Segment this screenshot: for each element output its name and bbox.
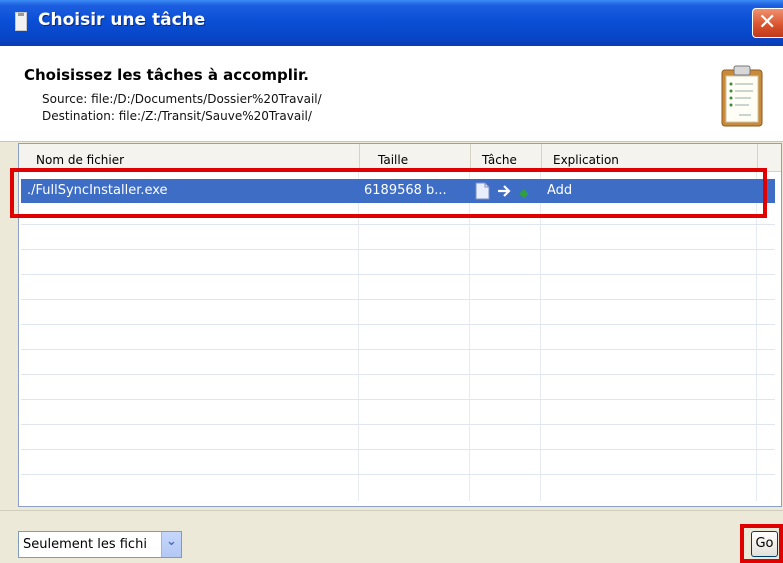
window-title: Choisir une tâche: [38, 10, 206, 30]
dropdown-button[interactable]: ⌄: [161, 532, 181, 557]
column-divider: [540, 171, 541, 501]
go-highlight-annotation: [740, 524, 783, 563]
column-divider: [358, 171, 359, 501]
row-highlight-annotation: [10, 168, 767, 218]
row-divider: [21, 324, 775, 325]
row-divider: [21, 299, 775, 300]
close-icon: ✕: [758, 10, 777, 35]
column-header-file[interactable]: Nom de fichier: [19, 144, 359, 171]
source-path: Source: file:/D:/Documents/Dossier%20Tra…: [42, 92, 322, 106]
row-divider: [21, 349, 775, 350]
row-divider: [21, 274, 775, 275]
clipboard-checklist-icon: [721, 65, 763, 127]
row-divider: [21, 474, 775, 475]
destination-path: Destination: file:/Z:/Transit/Sauve%20Tr…: [42, 109, 312, 123]
column-header-task[interactable]: Tâche: [470, 144, 541, 171]
column-header-size[interactable]: Taille: [359, 144, 470, 171]
dialog-header: Choisissez les tâches à accomplir. Sourc…: [0, 46, 783, 142]
row-divider: [21, 449, 775, 450]
dialog-footer: Seulement les fichi ⌄ Go: [0, 510, 783, 563]
task-dialog: Choisir une tâche ✕ Choisissez les tâche…: [0, 0, 783, 563]
column-header-explanation[interactable]: Explication: [541, 144, 757, 171]
close-button[interactable]: ✕: [752, 8, 783, 38]
column-divider: [469, 171, 470, 501]
filter-select[interactable]: Seulement les fichi ⌄: [18, 531, 182, 558]
row-divider: [21, 424, 775, 425]
column-header-extra: [757, 144, 781, 171]
row-divider: [21, 374, 775, 375]
row-divider: [21, 399, 775, 400]
column-divider: [756, 171, 757, 501]
filter-value: Seulement les fichi: [23, 537, 147, 552]
row-divider: [21, 224, 775, 225]
header-title: Choisissez les tâches à accomplir.: [24, 66, 309, 84]
row-divider: [21, 249, 775, 250]
chevron-down-icon: ⌄: [166, 534, 177, 549]
clipboard-title-icon: [15, 12, 27, 31]
title-bar[interactable]: Choisir une tâche ✕: [0, 0, 783, 46]
